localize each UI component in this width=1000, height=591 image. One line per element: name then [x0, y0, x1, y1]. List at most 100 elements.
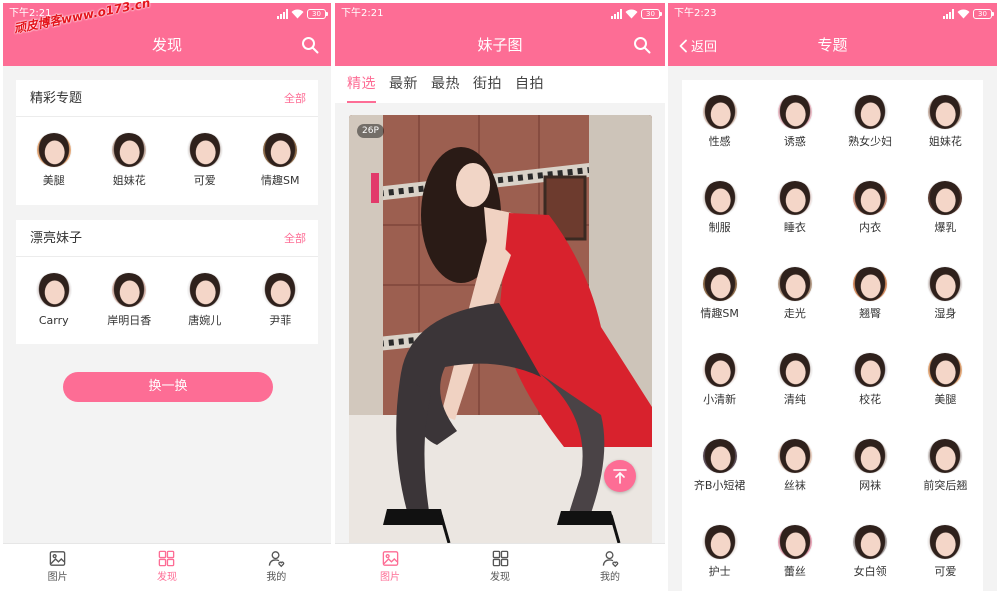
avatar: [928, 525, 963, 559]
grid-icon: [159, 550, 175, 567]
topic-item[interactable]: 内衣: [833, 166, 908, 252]
topic-item[interactable]: 可爱: [167, 117, 243, 188]
page-title: 发现: [151, 36, 182, 54]
topic-item[interactable]: 走光: [757, 252, 832, 338]
model-item[interactable]: Carry: [16, 257, 92, 328]
topic-item-label: 可爱: [934, 565, 957, 578]
see-all-link[interactable]: 全部: [284, 220, 306, 257]
topic-item[interactable]: 爆乳: [908, 166, 983, 252]
topic-item-label: 网袜: [859, 479, 882, 492]
section-title: 精彩专题: [30, 91, 83, 106]
tab-latest[interactable]: 最新: [389, 66, 418, 103]
wifi-icon: [957, 9, 970, 19]
topic-item[interactable]: 校花: [833, 338, 908, 424]
topic-item[interactable]: 情趣SM: [682, 252, 757, 338]
avatar: [112, 273, 147, 307]
page-title: 专题: [817, 36, 848, 54]
topic-item[interactable]: 可爱: [908, 510, 983, 591]
avatar: [777, 353, 812, 387]
avatar: [36, 133, 71, 167]
topic-item-label: 蕾丝: [783, 565, 806, 578]
search-icon[interactable]: [301, 36, 319, 54]
grid-icon: [492, 550, 508, 567]
topic-item[interactable]: 女白领: [833, 510, 908, 591]
search-icon[interactable]: [633, 36, 651, 54]
topic-item-label: 女白领: [853, 565, 887, 578]
nav-item-discover[interactable]: 发现: [445, 544, 555, 591]
topic-item[interactable]: 护士: [682, 510, 757, 591]
status-bar: 下午2:23 30: [668, 3, 997, 25]
avatar: [702, 95, 737, 129]
topic-item-label: 护士: [708, 565, 731, 578]
nav-label: 我的: [266, 572, 287, 583]
nav-item-me[interactable]: 我的: [222, 544, 331, 591]
topic-item[interactable]: 姐妹花: [908, 80, 983, 166]
topic-item-label: 爆乳: [934, 221, 957, 234]
topic-item[interactable]: 齐B小短裙: [682, 424, 757, 510]
topic-item[interactable]: 前突后翘: [908, 424, 983, 510]
model-item[interactable]: 唐婉儿: [167, 257, 243, 328]
topic-item[interactable]: 诱惑: [757, 80, 832, 166]
nav-item-me[interactable]: 我的: [555, 544, 665, 591]
avatar: [853, 181, 888, 215]
nav-item-pictures[interactable]: 图片: [3, 544, 112, 591]
topic-item[interactable]: 清纯: [757, 338, 832, 424]
avatar: [702, 353, 737, 387]
topic-item-label: 走光: [783, 307, 806, 320]
topic-item[interactable]: 网袜: [833, 424, 908, 510]
nav-item-pictures[interactable]: 图片: [335, 544, 445, 591]
topic-item[interactable]: 睡衣: [757, 166, 832, 252]
topic-item[interactable]: 湿身: [908, 252, 983, 338]
back-button[interactable]: 返回: [678, 25, 717, 66]
pretty-girls-card: 漂亮妹子 全部 Carry 岸明日香 唐婉儿 尹菲: [16, 220, 318, 344]
avatar: [36, 273, 71, 307]
topic-item[interactable]: 性感: [682, 80, 757, 166]
topic-item-label: 美腿: [42, 174, 65, 187]
topic-item[interactable]: 情趣SM: [243, 117, 319, 188]
nav-label: 我的: [600, 572, 620, 583]
topic-item-label: 性感: [708, 135, 731, 148]
topic-item-label: 情趣SM: [261, 174, 300, 187]
see-all-link[interactable]: 全部: [284, 80, 306, 117]
tab-hottest[interactable]: 最热: [431, 66, 460, 103]
tab-featured[interactable]: 精选: [347, 66, 376, 103]
avatar: [263, 133, 298, 167]
wifi-icon: [291, 9, 304, 19]
topic-item[interactable]: 制服: [682, 166, 757, 252]
topic-item[interactable]: 美腿: [908, 338, 983, 424]
image-icon: [49, 551, 66, 566]
topic-item[interactable]: 丝袜: [757, 424, 832, 510]
topic-item[interactable]: 翘臀: [833, 252, 908, 338]
back-to-top-button[interactable]: [604, 460, 636, 492]
bottom-nav: 图片 发现 我的: [3, 543, 331, 591]
model-item[interactable]: 尹菲: [243, 257, 319, 328]
topic-item[interactable]: 蕾丝: [757, 510, 832, 591]
tab-selfie[interactable]: 自拍: [515, 66, 544, 103]
avatar: [777, 267, 812, 301]
topic-item-label: 湿身: [934, 307, 957, 320]
app-bar: 专题 返回: [668, 25, 997, 66]
tab-street[interactable]: 街拍: [473, 66, 502, 103]
model-item-label: 唐婉儿: [188, 314, 222, 327]
topic-item[interactable]: 熟女少妇: [833, 80, 908, 166]
card-header: 精彩专题 全部: [16, 80, 318, 117]
avatar: [112, 133, 147, 167]
topics-screen: 下午2:23 30 专题 返回 性感 诱惑 熟女少妇 姐妹花制服 睡衣 内衣 爆乳情趣SM 走…: [668, 3, 997, 591]
avatar: [702, 439, 737, 473]
avatar: [853, 525, 888, 559]
category-tabs: 精选 最新 最热 街拍 自拍: [335, 66, 665, 103]
topic-item-label: 清纯: [783, 393, 806, 406]
topic-item[interactable]: 小清新: [682, 338, 757, 424]
avatar: [702, 525, 737, 559]
signal-icon: [277, 9, 288, 19]
app-bar: 发现: [3, 25, 331, 66]
model-item[interactable]: 岸明日香: [92, 257, 168, 328]
shuffle-button[interactable]: 换一换: [63, 372, 273, 402]
model-item-label: 岸明日香: [107, 314, 152, 327]
bottom-nav: 图片 发现 我的: [335, 543, 665, 591]
nav-item-discover[interactable]: 发现: [112, 544, 221, 591]
topic-item[interactable]: 姐妹花: [92, 117, 168, 188]
topic-item[interactable]: 美腿: [16, 117, 92, 188]
model-item-label: 尹菲: [269, 314, 292, 327]
battery-icon: 30: [973, 9, 994, 19]
